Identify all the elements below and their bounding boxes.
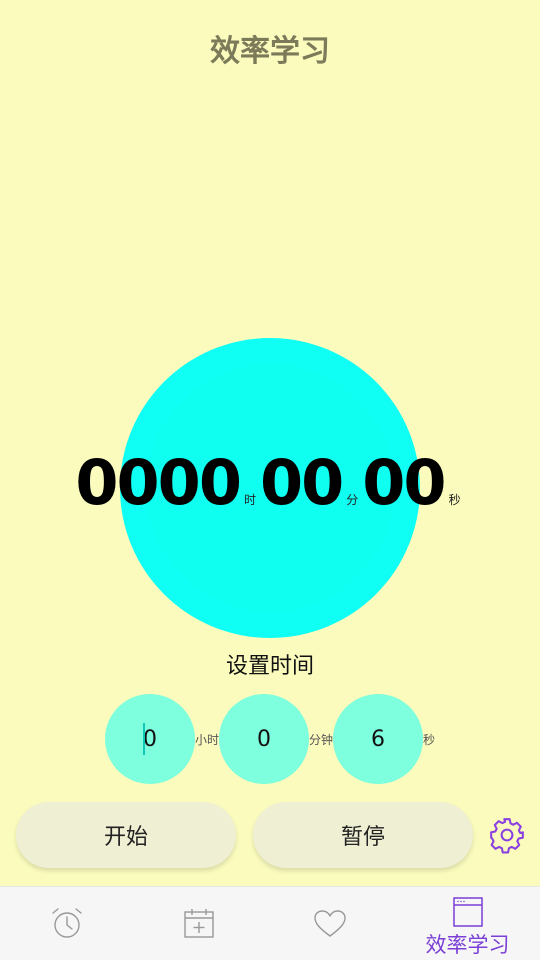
gear-icon[interactable] — [488, 816, 526, 854]
page-title: 效率学习 — [210, 34, 330, 69]
heart-icon — [314, 910, 346, 937]
time-input-row: 0 小时 0 分钟 6 秒 — [0, 694, 540, 784]
timer-minutes: 00 — [259, 446, 344, 519]
timer-hours: 0000 — [75, 446, 242, 519]
timer-seconds: 00 — [362, 446, 446, 519]
timer-readout: 0000 时 00 分 00 秒 — [0, 452, 540, 514]
nav-item-favorites[interactable] — [270, 887, 405, 960]
set-time-label: 设置时间 — [225, 654, 314, 679]
minutes-input[interactable]: 0 — [219, 694, 309, 784]
hours-input-unit: 小时 — [195, 733, 220, 747]
text-caret — [143, 723, 145, 755]
hours-input[interactable]: 0 — [105, 694, 195, 784]
bottom-nav: 效率学习 — [0, 886, 540, 960]
seconds-input-value: 6 — [371, 726, 385, 752]
nav-item-alarm[interactable] — [0, 887, 135, 960]
minutes-input-unit: 分钟 — [309, 733, 334, 747]
window-icon — [453, 897, 483, 927]
timer-seconds-unit: 秒 — [448, 493, 461, 507]
timer-minutes-unit: 分 — [346, 493, 359, 507]
minutes-input-value: 0 — [257, 726, 271, 752]
seconds-input[interactable]: 6 — [333, 694, 423, 784]
pause-button[interactable]: 暂停 — [253, 802, 473, 868]
hours-input-value: 0 — [143, 726, 157, 752]
nav-item-efficient-study[interactable]: 效率学习 — [400, 887, 535, 960]
nav-item-efficient-study-label: 效率学习 — [425, 933, 510, 957]
timer-hours-unit: 时 — [243, 493, 256, 507]
seconds-input-unit: 秒 — [423, 733, 436, 747]
start-button[interactable]: 开始 — [16, 802, 236, 868]
nav-item-calendar[interactable] — [135, 887, 270, 960]
alarm-clock-icon — [52, 908, 82, 938]
calendar-add-icon — [184, 909, 214, 938]
